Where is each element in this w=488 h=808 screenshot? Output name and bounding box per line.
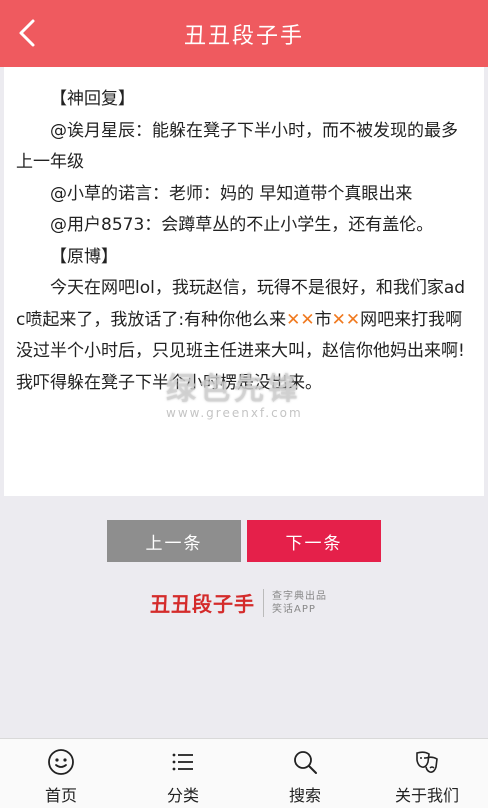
pager: 上一条 下一条 [107,520,381,562]
bottom-tab-bar: 首页 分类 搜索 关于我们 [0,738,488,808]
tab-label: 分类 [166,786,199,805]
theater-masks-icon [416,751,438,773]
tab-home[interactable]: 首页 [0,739,122,808]
tab-search[interactable]: 搜索 [244,739,366,808]
redacted-mark: ✕ [331,309,346,330]
brand-logo: 丑丑段子手 [150,592,255,616]
app-header: 丑丑段子手 [0,0,488,67]
divider [263,588,264,617]
list-icon [172,753,193,771]
section-heading: 【原博】 [50,246,118,267]
redacted-mark: ✕ [345,309,361,330]
brand-subtitle: 查字典出品 [272,590,327,602]
tab-label: 搜索 [288,786,321,805]
next-button[interactable]: 下一条 [247,520,381,562]
search-icon [294,751,317,774]
smiley-icon [48,749,74,775]
chevron-left-icon [19,19,35,47]
joke-content: 【神回复】 @诶月星辰：能躲在凳子下半小时，而不被发现的最多上一年级 @小草的诺… [16,84,474,399]
reply-line: @小草的诺言：老师：妈的 早知道带个真眼出来 [50,183,413,204]
tab-category[interactable]: 分类 [122,739,244,808]
tab-about[interactable]: 关于我们 [366,739,488,808]
story-text: 今天在网吧lol，我玩赵信，玩得不是很好，和我们家adc喷起来了，我放话了:有种… [16,278,466,393]
tab-label: 首页 [44,786,77,805]
redacted-mark: ✕ [286,309,301,330]
page-title: 丑丑段子手 [183,23,304,49]
prev-button[interactable]: 上一条 [107,520,241,562]
reply-line: @诶月星辰：能躲在凳子下半小时，而不被发现的最多上一年级 [16,120,458,173]
tab-label: 关于我们 [394,786,459,805]
redacted-mark: ✕ [300,309,315,330]
section-heading: 【神回复】 [50,89,135,109]
back-button[interactable] [10,16,44,50]
brand-footer: 丑丑段子手 查字典出品 笑话APP [150,588,327,617]
reply-line: @用户8573：会蹲草丛的不止小学生，还有盖伦。 [50,215,434,235]
brand-subtitle: 笑话APP [272,603,316,615]
